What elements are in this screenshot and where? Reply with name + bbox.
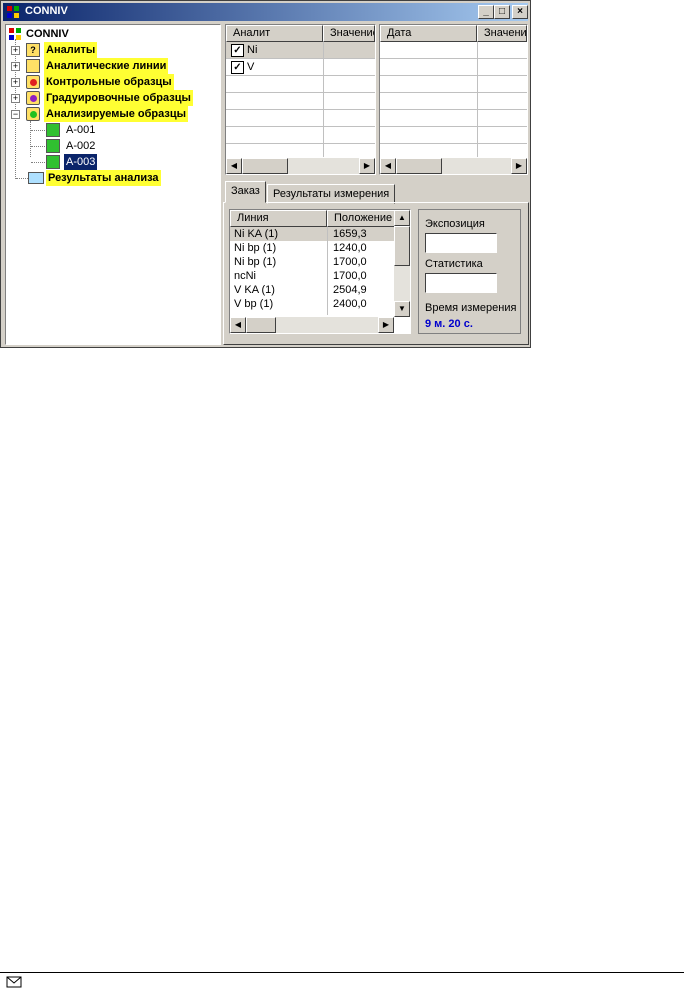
line-name-cell: Ni bp (1) (234, 242, 277, 254)
scroll-left-icon[interactable]: ◀ (380, 158, 396, 174)
window-title: CONNIV (25, 5, 68, 17)
tree-root-label[interactable]: CONNIV (24, 28, 71, 40)
scrollbar-thumb[interactable] (396, 158, 442, 174)
tree-item-results[interactable]: Результаты анализа (6, 170, 216, 186)
navigation-tree[interactable]: CONNIV + ? Аналиты + Аналитические линии… (5, 24, 221, 345)
scroll-right-icon[interactable]: ▶ (511, 158, 527, 174)
line-position-cell: 1240,0 (333, 242, 367, 254)
exposure-label: Экспозиция (425, 218, 485, 230)
column-header-position[interactable]: Положение (327, 210, 395, 227)
tree-child-a002[interactable]: A-002 (6, 138, 216, 154)
expand-icon[interactable]: + (11, 94, 20, 103)
expand-icon[interactable]: + (11, 62, 20, 71)
table-row[interactable]: Ni KA (1) 1659,3 (230, 227, 394, 241)
table-row[interactable]: ✓ Ni (226, 42, 375, 59)
line-position-cell: 1700,0 (333, 270, 367, 282)
line-position-cell: 1700,0 (333, 256, 367, 268)
date-grid[interactable]: Дата Значение ◀ ▶ (379, 24, 528, 175)
scrollbar-thumb[interactable] (394, 226, 410, 266)
statistics-field[interactable] (425, 273, 497, 293)
tree-item-control-samples[interactable]: + Контрольные образцы (6, 74, 216, 90)
horizontal-scrollbar[interactable]: ◀ ▶ (380, 158, 527, 174)
table-row[interactable]: V bp (1) 2400,0 (230, 297, 394, 311)
title-bar[interactable]: CONNIV _ □ × (3, 3, 528, 21)
tab-order[interactable]: Заказ (225, 181, 266, 203)
close-button[interactable]: × (512, 5, 528, 19)
horizontal-scrollbar[interactable]: ◀ ▶ (230, 317, 394, 333)
table-row[interactable]: V KA (1) 2504,9 (230, 283, 394, 297)
collapse-icon[interactable]: − (11, 110, 20, 119)
analyte-grid[interactable]: Аналит Значение ✓ Ni ✓ V ◀ ▶ (225, 24, 376, 175)
table-row[interactable]: ncNi 1700,0 (230, 269, 394, 283)
tree-item-analyzed-samples[interactable]: − Анализируемые образцы (6, 106, 216, 122)
line-name-cell: ncNi (234, 270, 257, 282)
table-row[interactable]: Ni bp (1) 1700,0 (230, 255, 394, 269)
results-table-icon (28, 172, 44, 184)
horizontal-scrollbar[interactable]: ◀ ▶ (226, 158, 375, 174)
sample-green-icon (26, 107, 40, 121)
scroll-right-icon[interactable]: ▶ (359, 158, 375, 174)
column-header-value[interactable]: Значение (477, 25, 527, 42)
statistics-label: Статистика (425, 258, 483, 270)
line-position-cell: 2504,9 (333, 284, 367, 296)
tree-item-analytes[interactable]: + ? Аналиты (6, 42, 216, 58)
sample-icon (46, 123, 60, 137)
expand-icon[interactable]: + (11, 78, 20, 87)
minimize-button[interactable]: _ (478, 5, 494, 19)
mail-icon (6, 976, 22, 988)
tree-item-analytical-lines[interactable]: + Аналитические линии (6, 58, 216, 74)
scrollbar-thumb[interactable] (242, 158, 288, 174)
line-name-cell: Ni bp (1) (234, 256, 277, 268)
maximize-button[interactable]: □ (494, 5, 510, 19)
scroll-right-icon[interactable]: ▶ (378, 317, 394, 333)
scroll-left-icon[interactable]: ◀ (226, 158, 242, 174)
tree-child-a001[interactable]: A-001 (6, 122, 216, 138)
scroll-up-icon[interactable]: ▲ (394, 210, 410, 226)
main-window: CONNIV _ □ × CONNIV + ? Аналиты + Аналит… (0, 0, 531, 348)
scrollbar-thumb[interactable] (246, 317, 276, 333)
checkbox-checked-icon[interactable]: ✓ (231, 61, 244, 74)
footer-divider (0, 972, 684, 973)
sample-red-icon (26, 75, 40, 89)
line-position-cell: 1659,3 (333, 228, 367, 240)
question-folder-icon: ? (26, 43, 40, 57)
chart-folder-icon (26, 59, 40, 73)
exposure-field[interactable] (425, 233, 497, 253)
measurement-time-value: 9 м. 20 с. (425, 318, 473, 330)
scroll-left-icon[interactable]: ◀ (230, 317, 246, 333)
table-row[interactable]: ✓ V (226, 59, 375, 76)
column-header-line[interactable]: Линия (230, 210, 327, 227)
tree-item-calibration-samples[interactable]: + Градуировочные образцы (6, 90, 216, 106)
tab-measurement-results[interactable]: Результаты измерения (267, 184, 396, 204)
sample-icon (46, 139, 60, 153)
root-icon (9, 28, 21, 40)
tree-child-a003[interactable]: A-003 (6, 154, 216, 170)
line-name-cell: Ni KA (1) (234, 228, 279, 240)
scroll-down-icon[interactable]: ▼ (394, 301, 410, 317)
line-name-cell: V bp (1) (234, 298, 274, 310)
line-position-cell: 2400,0 (333, 298, 367, 310)
vertical-scrollbar[interactable]: ▲ ▼ (394, 210, 410, 317)
column-header-analyte[interactable]: Аналит (226, 25, 323, 42)
app-icon (7, 6, 19, 18)
column-header-value[interactable]: Значение (323, 25, 375, 42)
sample-icon (46, 155, 60, 169)
table-row[interactable]: Ni bp (1) 1240,0 (230, 241, 394, 255)
column-header-date[interactable]: Дата (380, 25, 477, 42)
expand-icon[interactable]: + (11, 46, 20, 55)
lines-grid[interactable]: Линия Положение Ni KA (1) 1659,3 Ni bp (1)… (229, 209, 411, 334)
measurement-time-label: Время измерения (425, 302, 517, 314)
measurement-params-group: Экспозиция Статистика Время измерения 9 … (418, 209, 521, 334)
checkbox-checked-icon[interactable]: ✓ (231, 44, 244, 57)
line-name-cell: V KA (1) (234, 284, 275, 296)
sample-purple-icon (26, 91, 40, 105)
